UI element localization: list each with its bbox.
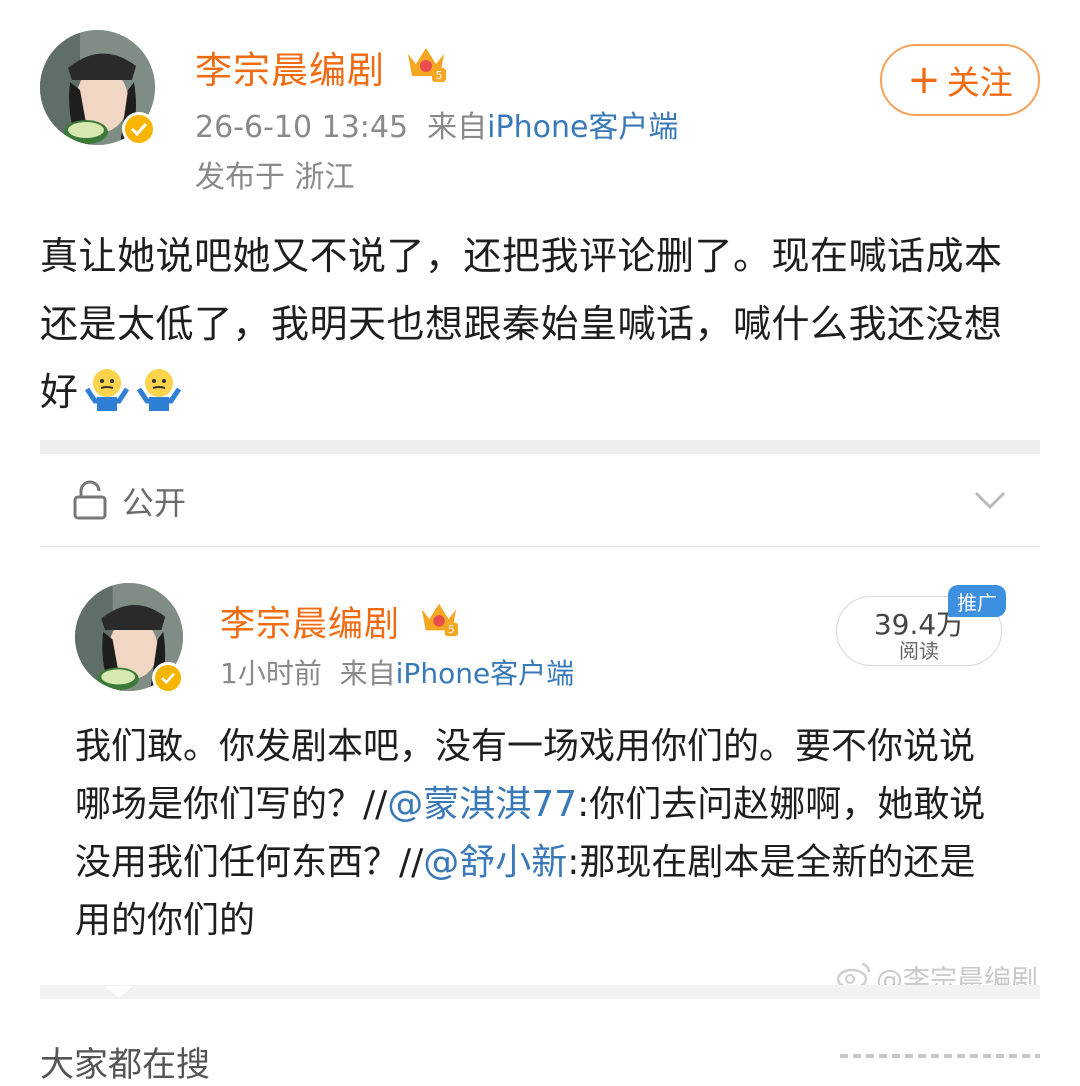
post-text: 真让她说吧她又不说了，还把我评论删了。现在喊话成本还是太低了，我明天也想跟秦始皇…: [40, 222, 1030, 426]
crown-vip-icon: 5: [418, 598, 460, 638]
divider: [40, 546, 1040, 547]
visibility-label[interactable]: 公开: [122, 478, 186, 524]
follow-button[interactable]: + 关注: [880, 44, 1040, 116]
source-link[interactable]: iPhone客户端: [487, 110, 678, 145]
shrug-emoji-icon: [135, 364, 183, 411]
follow-label: 关注: [946, 63, 1013, 102]
post-meta: 26-6-10 13:45 来自iPhone客户端: [195, 102, 678, 146]
read-label: 阅读: [899, 639, 939, 663]
verified-badge-icon: [152, 662, 184, 694]
repost-meta: 1小时前 来自iPhone客户端: [220, 652, 574, 692]
author-name[interactable]: 李宗晨编剧: [195, 40, 385, 94]
post-location: 发布于 浙江: [195, 160, 355, 195]
trending-placeholder-lines: [840, 1048, 1040, 1062]
source-prefix: 来自: [339, 657, 396, 690]
chevron-down-icon[interactable]: [972, 485, 1008, 515]
promo-tag[interactable]: 推广: [948, 585, 1006, 617]
trending-section-title: 大家都在搜: [40, 1045, 210, 1085]
shrug-emoji-icon: [83, 364, 131, 411]
source-link[interactable]: iPhone客户端: [396, 657, 575, 690]
post-body: 真让她说吧她又不说了，还把我评论删了。现在喊话成本还是太低了，我明天也想跟秦始皇…: [40, 234, 1003, 414]
mention-link[interactable]: @舒小新: [423, 842, 567, 883]
plus-icon: +: [907, 57, 941, 103]
repost-author-name[interactable]: 李宗晨编剧: [220, 596, 400, 647]
bubble-notch: [105, 986, 133, 998]
section-divider: [40, 985, 1040, 999]
post-timestamp: 26-6-10 13:45: [195, 110, 409, 145]
section-divider: [40, 440, 1040, 454]
svg-text:5: 5: [436, 69, 443, 82]
repost-text: 我们敢。你发剧本吧，没有一场戏用你们的。要不你说说哪场是你们写的？//@蒙淇淇7…: [75, 718, 1005, 950]
crown-vip-icon: 5: [404, 42, 448, 84]
repost-time: 1小时前: [220, 657, 322, 690]
svg-text:5: 5: [448, 624, 455, 636]
mention-link[interactable]: @蒙淇淇77: [387, 784, 577, 825]
lock-icon: [72, 480, 108, 520]
source-prefix: 来自: [427, 110, 488, 145]
verified-badge-icon: [122, 112, 156, 146]
